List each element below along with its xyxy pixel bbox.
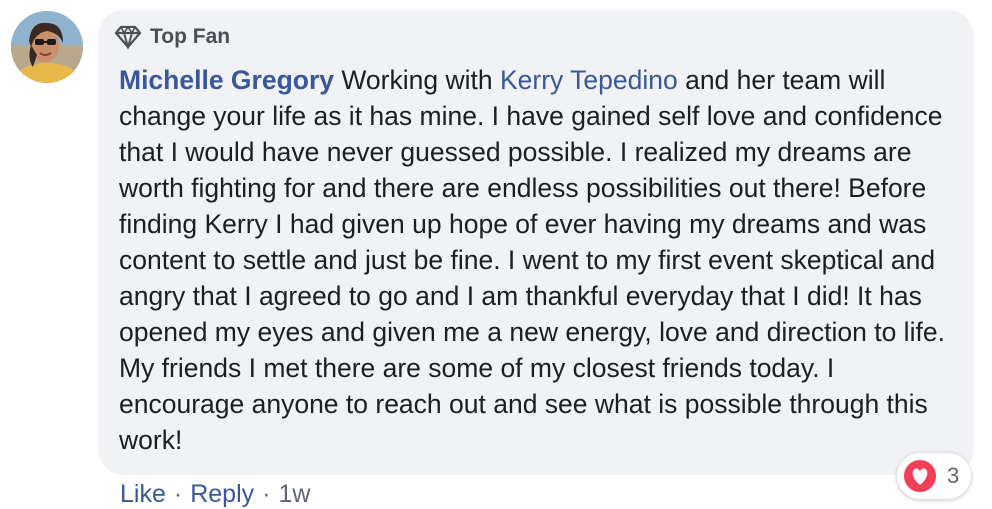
top-fan-badge: Top Fan [114, 24, 231, 51]
separator-dot: · [262, 480, 271, 508]
comment-body: Michelle Gregory Working with Kerry Tepe… [119, 62, 959, 458]
comment-actions: Like · Reply · 1w [120, 480, 310, 509]
mention-link[interactable]: Kerry Tepedino [500, 65, 678, 95]
love-heart-icon [901, 457, 939, 495]
like-button[interactable]: Like [120, 480, 166, 509]
reaction-summary[interactable]: 3 [897, 453, 972, 499]
reply-button[interactable]: Reply [190, 480, 254, 509]
comment-text-part: and her team will change your life as it… [119, 65, 945, 455]
timestamp-link[interactable]: 1w [278, 480, 310, 509]
reaction-count: 3 [947, 463, 960, 488]
avatar[interactable] [11, 11, 83, 83]
comment-text-part: Working with [334, 65, 500, 95]
separator-dot: · [173, 480, 183, 508]
badge-label: Top Fan [150, 25, 231, 48]
diamond-icon [114, 25, 142, 51]
comment-bubble: Top Fan Michelle Gregory Working with Ke… [98, 10, 974, 475]
avatar-photo [11, 11, 83, 83]
author-name-link[interactable]: Michelle Gregory [119, 65, 334, 95]
